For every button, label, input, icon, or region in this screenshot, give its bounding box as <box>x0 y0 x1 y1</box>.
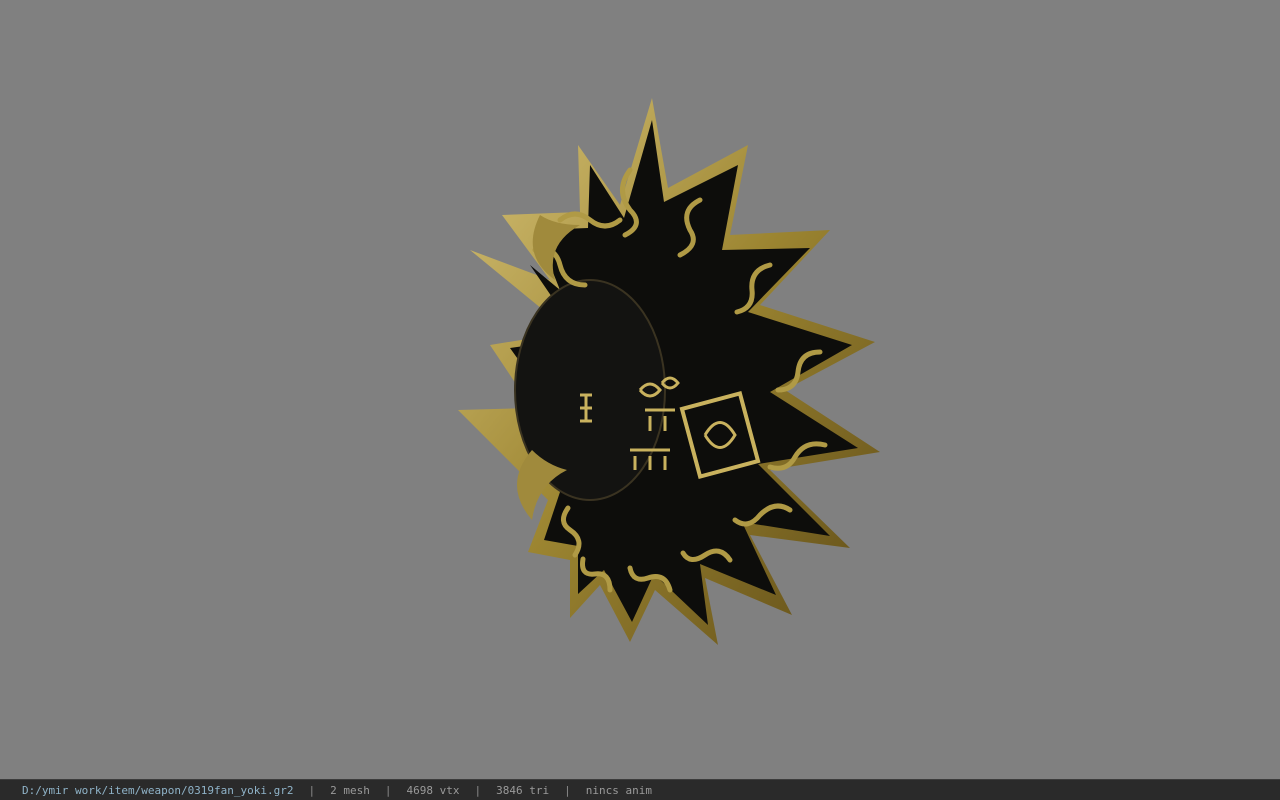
separator: | <box>308 783 316 797</box>
status-bar: D:/ymir work/item/weapon/0319fan_yoki.gr… <box>0 779 1280 800</box>
mesh-count-label: 2 mesh <box>330 783 370 797</box>
separator: | <box>474 783 482 797</box>
separator: | <box>564 783 571 797</box>
sun-fan-weapon-model <box>458 98 880 645</box>
triangle-count-label: 3846 tri <box>496 783 550 797</box>
separator: | <box>384 783 392 797</box>
vertex-count-label: 4698 vtx <box>406 783 460 797</box>
anim-status-label: nincs anim <box>585 783 652 797</box>
3d-viewport[interactable] <box>0 0 1280 779</box>
file-path-label: D:/ymir work/item/weapon/0319fan_yoki.gr… <box>22 783 294 797</box>
